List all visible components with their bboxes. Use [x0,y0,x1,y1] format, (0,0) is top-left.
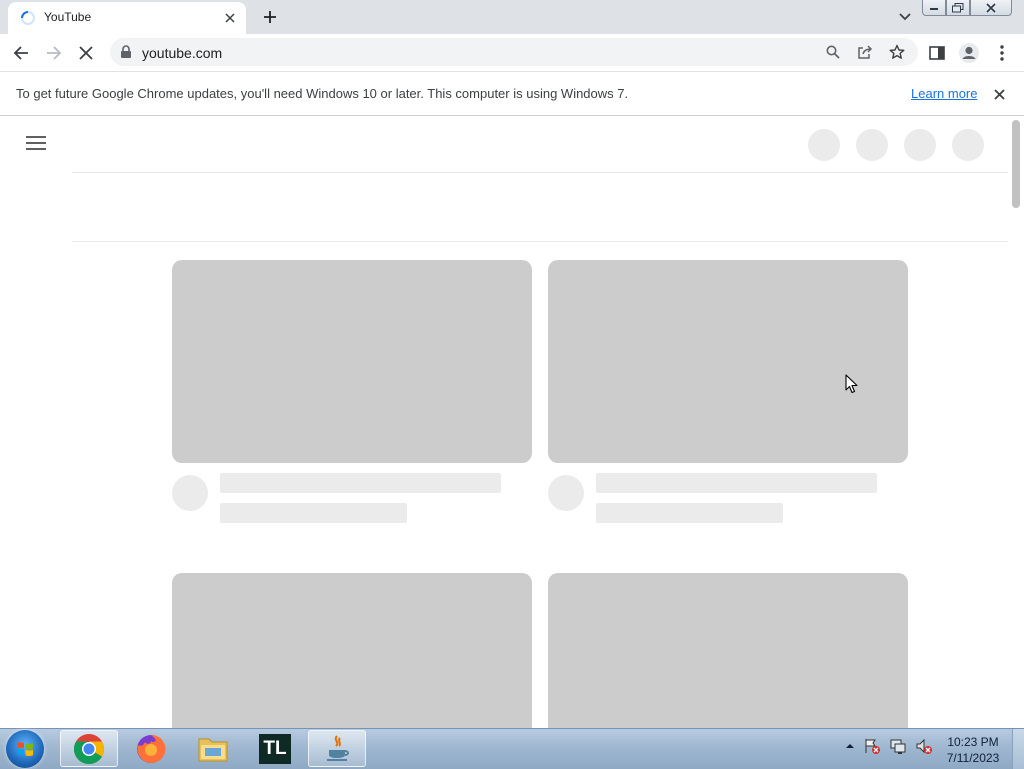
loading-spinner-icon [20,10,36,26]
close-window-button[interactable] [970,0,1012,16]
infobar-message: To get future Google Chrome updates, you… [16,86,629,101]
chips-divider [72,241,1008,242]
action-center-flag-icon[interactable] [863,737,881,755]
address-bar[interactable]: youtube.com [110,38,918,66]
tl-app-icon: TL [259,733,291,764]
volume-muted-icon[interactable] [915,737,933,755]
masthead-skeleton-circle [856,129,888,161]
tab-strip: YouTube [0,0,1024,34]
stop-loading-icon[interactable] [75,42,97,64]
taskbar-tl-app[interactable]: TL [246,730,304,767]
tab-title: YouTube [44,10,92,24]
infobar-close-icon[interactable] [990,85,1008,103]
chrome-menu-icon[interactable] [991,42,1013,64]
back-arrow-icon[interactable] [10,42,32,64]
scrollbar-thumb[interactable] [1012,120,1020,208]
channel-avatar-skeleton [172,475,208,511]
taskbar-java[interactable] [308,730,366,767]
video-thumbnail-skeleton [172,260,532,463]
video-thumbnail-skeleton [548,573,908,728]
learn-more-link[interactable]: Learn more [911,86,977,101]
windows-logo-icon [17,742,33,757]
browser-toolbar: youtube.com [0,34,1024,72]
masthead-skeleton-circle [808,129,840,161]
chrome-icon [73,733,105,764]
bookmark-star-icon[interactable] [888,43,906,61]
youtube-page [0,116,1024,728]
windows-taskbar: TL 10:23 PM 7/11/2023 [0,728,1024,769]
folder-icon [198,738,228,761]
system-tray [845,737,933,755]
share-icon[interactable] [856,43,874,61]
minimize-button[interactable] [922,0,946,16]
tab-youtube[interactable]: YouTube [8,2,246,34]
taskbar-firefox[interactable] [122,730,180,767]
video-title-skeleton [596,473,877,493]
tray-expand-icon[interactable] [845,742,855,750]
show-desktop-button[interactable] [1012,729,1024,769]
masthead-skeleton-circle [904,129,936,161]
update-infobar: To get future Google Chrome updates, you… [0,72,1024,116]
masthead-divider [72,172,1008,173]
java-icon [327,734,349,761]
restore-button[interactable] [946,0,970,16]
guide-menu-icon[interactable] [26,136,46,152]
network-icon[interactable] [889,737,907,755]
start-button[interactable] [6,730,44,768]
clock-date: 7/11/2023 [946,751,1000,765]
video-meta-skeleton [220,503,407,523]
lock-icon[interactable] [120,45,132,59]
url-text[interactable]: youtube.com [142,45,222,61]
mouse-cursor-icon [845,374,859,394]
firefox-icon [137,734,166,763]
tab-close-icon[interactable] [222,10,238,26]
new-tab-icon[interactable] [260,7,280,27]
channel-avatar-skeleton [548,475,584,511]
chevron-down-icon[interactable] [896,9,914,25]
video-thumbnail-skeleton [172,573,532,728]
profile-avatar-icon[interactable] [958,42,980,64]
video-title-skeleton [220,473,501,493]
taskbar-chrome[interactable] [60,730,118,767]
tl-app-label: TL [263,737,287,759]
side-panel-icon[interactable] [926,42,948,64]
masthead-skeleton-circle [952,129,984,161]
clock-time: 10:23 PM [947,735,999,749]
video-meta-skeleton [596,503,783,523]
taskbar-file-explorer[interactable] [184,730,242,767]
video-thumbnail-skeleton [548,260,908,463]
search-icon[interactable] [824,43,842,61]
forward-arrow-icon[interactable] [43,42,65,64]
taskbar-clock[interactable]: 10:23 PM 7/11/2023 [938,734,1008,766]
window-controls [922,0,1012,16]
